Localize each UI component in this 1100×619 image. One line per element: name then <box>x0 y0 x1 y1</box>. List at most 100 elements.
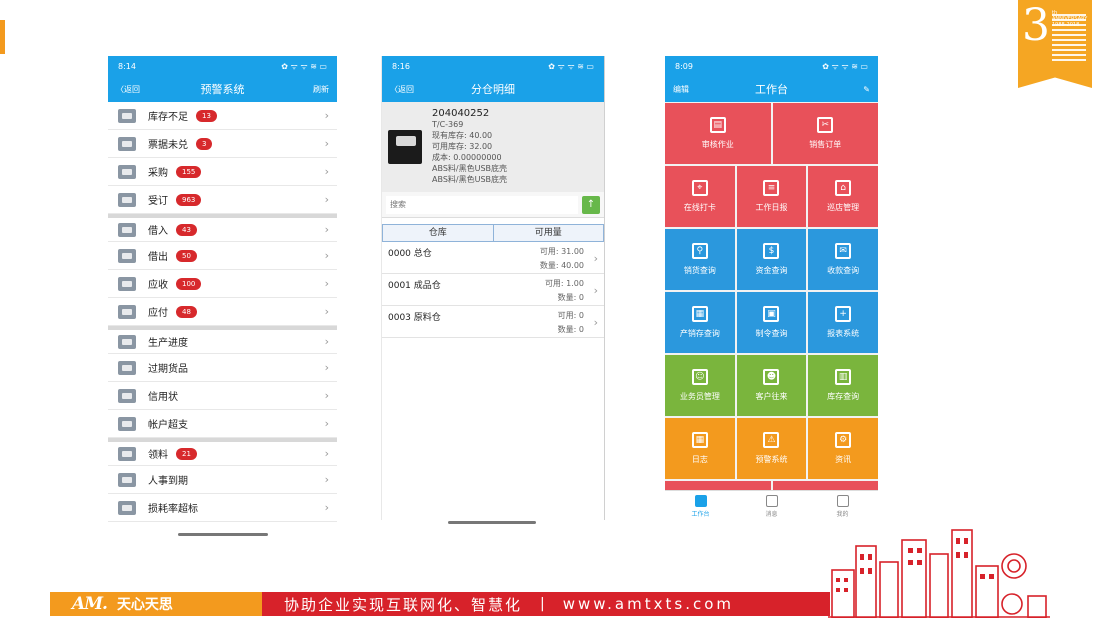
folder-icon <box>118 416 136 431</box>
folder-icon <box>118 388 136 403</box>
tile-label: 销售订单 <box>809 140 842 149</box>
alert-list-item[interactable]: 人事到期 › <box>108 466 337 494</box>
alert-list-item[interactable]: 帐户超支 › <box>108 410 337 438</box>
workbench-tile[interactable]: ⌂ 巡店管理 <box>808 166 878 227</box>
folder-icon <box>118 192 136 207</box>
folder-icon <box>118 500 136 515</box>
workbench-tile[interactable]: ☻ 客户往来 <box>736 355 807 416</box>
alert-list-item[interactable]: 票据未兑 3 › <box>108 130 337 158</box>
alert-list-item[interactable]: 信用状 › <box>108 382 337 410</box>
tile-icon: ⚠ <box>763 432 780 448</box>
website-link[interactable]: www.amtxts.com <box>563 595 734 613</box>
chat-icon <box>765 495 778 507</box>
column-header-available[interactable]: 可用量 <box>492 225 603 241</box>
page-title: 工作台 <box>755 83 788 96</box>
tab-label: 工作台 <box>691 511 710 518</box>
tab-2[interactable]: 我的 <box>807 491 878 522</box>
tab-0[interactable]: 工作台 <box>665 491 736 522</box>
alert-list-item[interactable]: 过期货品 › <box>108 354 337 382</box>
chevron-right-icon: › <box>324 305 329 318</box>
tile-label: 审核作业 <box>701 140 734 149</box>
home-indicator <box>448 521 536 524</box>
city-skyline-illustration <box>828 529 1050 618</box>
workbench-tile[interactable]: + 报表系统 <box>808 292 878 353</box>
workbench-tile[interactable]: ▦ 日志 <box>665 418 735 479</box>
tab-label: 我的 <box>836 511 849 518</box>
folder-icon <box>118 472 136 487</box>
search-bar: ↑ <box>382 192 604 218</box>
workbench-tile[interactable]: ▣ 制令查询 <box>736 292 807 353</box>
alert-label: 票据未兑 <box>148 140 188 151</box>
status-time: 8:09 <box>675 61 693 71</box>
alert-list-item[interactable]: 借入 43 › <box>108 214 337 242</box>
alert-list-item[interactable]: 库存不足 13 › <box>108 102 337 130</box>
alert-list-item[interactable]: 采购 155 › <box>108 158 337 186</box>
workbench-tile[interactable]: ⚠ 预警系统 <box>736 418 807 479</box>
tile-label: 资金查询 <box>755 266 788 275</box>
back-button[interactable]: 〈返回 <box>116 84 140 95</box>
available-qty: 可用: 0 <box>557 311 584 320</box>
count-badge: 21 <box>176 447 197 460</box>
table-row[interactable]: 0000 总仓 可用: 31.00 数量: 40.00 › <box>382 242 604 274</box>
available-qty: 可用: 1.00 <box>544 279 584 288</box>
workbench-tile[interactable]: ≡ 工作日报 <box>736 166 807 227</box>
chevron-right-icon: › <box>324 473 329 486</box>
status-icons: ✿ ᯤ ᯤ ≋ ▭ <box>822 61 868 71</box>
workbench-tile[interactable]: ✂ 销售订单 <box>772 103 878 164</box>
tab-1[interactable]: 消息 <box>736 491 807 522</box>
edit-button[interactable]: 编辑 <box>673 84 689 95</box>
slogan: 协助企业实现互联网化、智慧化 <box>284 595 523 614</box>
anniversary-number: 3 <box>1022 0 1050 51</box>
tile-icon: ▤ <box>709 117 726 133</box>
workbench-tile[interactable]: $ 资金查询 <box>736 229 807 290</box>
alert-list-item[interactable]: 应付 48 › <box>108 298 337 326</box>
tile-icon: ▦ <box>691 432 708 448</box>
product-card: 204040252 T/C-369 现有库存: 40.00 可用库存: 32.0… <box>382 102 604 192</box>
count-badge: 100 <box>176 277 202 290</box>
compose-icon[interactable]: ✎ <box>863 85 870 94</box>
count-badge: 13 <box>196 109 217 122</box>
tile-icon: ✂ <box>817 117 834 133</box>
workbench-tile[interactable]: ☺ 业务员管理 <box>665 355 735 416</box>
count-badge: 3 <box>196 137 213 150</box>
folder-icon <box>118 446 136 461</box>
workbench-tile[interactable]: ⚙ 资讯 <box>808 418 878 479</box>
chevron-right-icon: › <box>324 137 329 150</box>
count-badge: 963 <box>176 193 202 206</box>
alert-list-item[interactable]: 应收 100 › <box>108 270 337 298</box>
workbench-tile[interactable]: ⌖ 在线打卡 <box>665 166 735 227</box>
alert-list-item[interactable]: 生产进度 › <box>108 326 337 354</box>
chevron-right-icon: › <box>324 193 329 206</box>
refresh-button[interactable]: 刷新 <box>313 84 329 95</box>
nav-bar: 〈返回 预警系统 刷新 <box>108 76 337 102</box>
product-stock: 现有库存: 40.00 <box>432 131 493 140</box>
tab-label: 消息 <box>765 511 778 518</box>
status-time: 8:16 <box>392 61 410 71</box>
alert-list-item[interactable]: 损耗率超标 › <box>108 494 337 522</box>
phone-workbench: 8:09 ✿ ᯤ ᯤ ≋ ▭ 编辑 工作台 ✎ ▤ 审核作业 ✂ 销售订单 ⌖ 在线打卡 ≡… <box>665 56 878 522</box>
alert-label: 库存不足 <box>148 112 188 123</box>
workbench-tile[interactable]: ✉ 收款查询 <box>808 229 878 290</box>
table-row[interactable]: 0003 原料仓 可用: 0 数量: 0 › <box>382 306 604 338</box>
phone-alert-system: 8:14 ✿ ᯤ ᯤ ≋ ▭ 〈返回 预警系统 刷新 库存不足 13 › 票据未兑 3 ›… <box>108 56 337 529</box>
tab-bar: 工作台 消息 我的 <box>665 490 878 522</box>
table-row[interactable]: 0001 成品仓 可用: 1.00 数量: 0 › <box>382 274 604 306</box>
alert-list-item[interactable]: 借出 50 › <box>108 242 337 270</box>
anniversary-badge: 3 th ANNIVERSARY 1988-2018 <box>1018 0 1092 88</box>
home-indicator <box>178 533 268 536</box>
count-badge: 48 <box>176 305 197 318</box>
workbench-tile[interactable]: ▤ 审核作业 <box>665 103 771 164</box>
arrow-up-icon[interactable]: ↑ <box>582 195 600 214</box>
product-cost: 成本: 0.00000000 <box>432 153 502 162</box>
search-input[interactable] <box>386 195 578 214</box>
column-header-warehouse[interactable]: 仓库 <box>383 225 493 241</box>
workbench-tile[interactable]: ⚲ 销货查询 <box>665 229 735 290</box>
workbench-tile[interactable]: ▦ 产销存查询 <box>665 292 735 353</box>
status-bar: 8:14 ✿ ᯤ ᯤ ≋ ▭ <box>108 56 337 76</box>
back-button[interactable]: 〈返回 <box>390 84 414 95</box>
workbench-tile[interactable]: ▥ 库存查询 <box>808 355 878 416</box>
alert-list-item[interactable]: 受订 963 › <box>108 186 337 214</box>
alert-label: 损耗率超标 <box>148 504 198 515</box>
separator: | <box>540 596 545 612</box>
alert-list-item[interactable]: 领料 21 › <box>108 438 337 466</box>
